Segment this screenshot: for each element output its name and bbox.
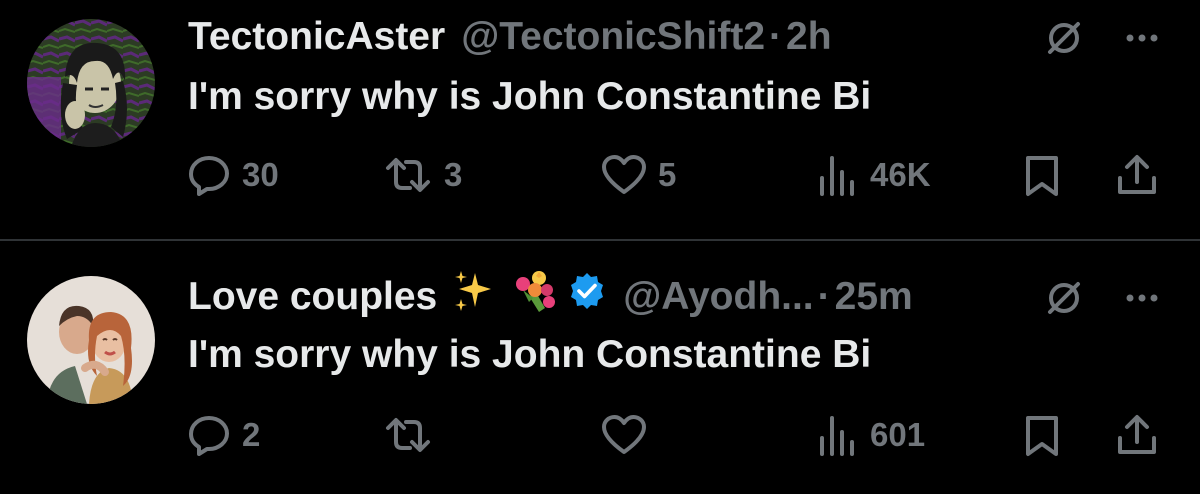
bookmark-icon xyxy=(1026,156,1058,196)
like-button[interactable]: 5 xyxy=(600,150,676,200)
tweet-header: Love couples @Ayodh... · 25m xyxy=(188,270,913,324)
tweet[interactable]: Love couples @Ayodh... · 25m I'm sorry w… xyxy=(0,241,1200,494)
tweet-text: I'm sorry why is John Constantine Bi xyxy=(188,333,872,376)
share-icon xyxy=(1118,415,1156,454)
retweet-button[interactable] xyxy=(382,410,444,460)
tweet[interactable]: TectonicAster @TectonicShift2 · 2h I'm s… xyxy=(0,0,1200,240)
grok-icon[interactable] xyxy=(1040,274,1088,322)
user-handle[interactable]: @TectonicShift2 xyxy=(461,12,765,62)
verified-badge-icon xyxy=(567,271,607,324)
bookmark-button[interactable] xyxy=(1020,150,1064,200)
like-count: 5 xyxy=(658,156,677,193)
tweet-actions: 2 601 xyxy=(0,410,1200,460)
like-icon xyxy=(602,155,646,194)
avatar[interactable] xyxy=(27,19,155,147)
grok-icon[interactable] xyxy=(1040,14,1088,62)
share-button[interactable] xyxy=(1114,150,1160,200)
avatar-image xyxy=(27,276,155,404)
display-name[interactable]: TectonicAster xyxy=(188,12,445,62)
user-handle[interactable]: @Ayodh... xyxy=(623,272,813,322)
display-name[interactable]: Love couples xyxy=(188,272,437,322)
views-icon xyxy=(820,416,854,456)
view-count: 601 xyxy=(870,416,926,453)
retweet-button[interactable]: 3 xyxy=(382,150,462,200)
timeline-feed: TectonicAster @TectonicShift2 · 2h I'm s… xyxy=(0,0,1200,494)
like-icon xyxy=(602,415,646,454)
views-button[interactable]: 46K xyxy=(814,150,931,200)
reply-button[interactable]: 2 xyxy=(186,410,260,460)
avatar[interactable] xyxy=(27,276,155,404)
separator-dot: · xyxy=(769,15,783,58)
timestamp[interactable]: 2h xyxy=(786,12,832,62)
view-count: 46K xyxy=(870,156,931,193)
reply-count: 30 xyxy=(242,156,279,193)
like-button[interactable] xyxy=(600,410,658,460)
retweet-icon xyxy=(386,418,430,452)
bookmark-button[interactable] xyxy=(1020,410,1064,460)
reply-count: 2 xyxy=(242,416,261,453)
avatar-image xyxy=(27,19,155,147)
views-button[interactable]: 601 xyxy=(814,410,925,460)
timestamp[interactable]: 25m xyxy=(835,272,913,322)
reply-button[interactable]: 30 xyxy=(186,150,279,200)
retweet-count: 3 xyxy=(444,156,463,193)
retweet-icon xyxy=(386,158,430,192)
more-options-icon[interactable] xyxy=(1118,274,1166,322)
share-button[interactable] xyxy=(1114,410,1160,460)
views-icon xyxy=(820,156,854,196)
bookmark-icon xyxy=(1026,416,1058,456)
separator-dot: · xyxy=(817,275,831,318)
tweet-header: TectonicAster @TectonicShift2 · 2h xyxy=(188,12,832,62)
bouquet-emoji xyxy=(509,268,557,327)
tweet-text: I'm sorry why is John Constantine Bi xyxy=(188,75,872,118)
sparkles-emoji xyxy=(451,269,495,326)
tweet-actions: 30 3 5 46K xyxy=(0,150,1200,200)
reply-icon xyxy=(189,416,229,456)
share-icon xyxy=(1118,155,1156,194)
reply-icon xyxy=(189,156,229,196)
more-options-icon[interactable] xyxy=(1118,14,1166,62)
